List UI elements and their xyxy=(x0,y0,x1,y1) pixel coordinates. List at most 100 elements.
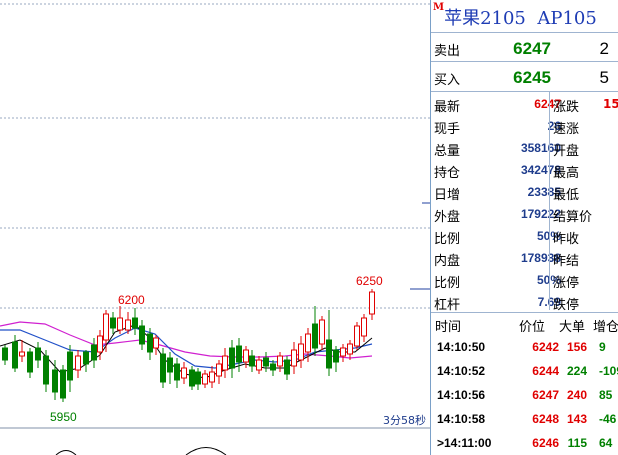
candlestick-chart[interactable]: 6200 5950 6250 3分58秒 xyxy=(0,0,430,455)
high-price-label: 6200 xyxy=(118,293,145,307)
divider xyxy=(431,32,618,33)
tick-delta: -109 xyxy=(599,364,618,378)
candle-down xyxy=(333,349,339,363)
tick-size: 143 xyxy=(566,412,587,426)
candle-down xyxy=(43,355,49,385)
tick-time: 14:10:58 xyxy=(437,412,486,426)
candle-up xyxy=(19,351,25,357)
tick-price: 6242 xyxy=(532,340,559,354)
stat-label: 持仓 xyxy=(434,166,461,181)
candle-down xyxy=(229,347,235,369)
candle-up xyxy=(97,335,103,353)
contract-code: AP105 xyxy=(537,8,597,29)
candle-down xyxy=(147,333,153,353)
stat-row: 外盘 179222 结算价 xyxy=(431,203,618,225)
tick-row[interactable]: 14:10:52 6244 224 -109 xyxy=(431,360,618,382)
candle-up xyxy=(256,359,262,371)
tick-delta: -46 xyxy=(599,412,617,426)
stat-label-2: 昨结 xyxy=(553,254,580,269)
candle-up xyxy=(216,363,222,377)
stat-label-2: 开盘 xyxy=(553,144,580,159)
candle-up xyxy=(103,313,109,341)
candle-down xyxy=(249,355,255,367)
candle-down xyxy=(2,347,8,361)
stat-row: 杠杆 7.69 跌停 xyxy=(431,291,618,313)
candle-up xyxy=(277,355,283,367)
candle-up xyxy=(291,349,297,367)
tick-size: 156 xyxy=(566,340,587,354)
last-high-label: 6250 xyxy=(356,274,383,288)
candle-down xyxy=(27,351,33,373)
quote-panel: M苹果2105 AP105 卖出 6247 2 买入 6245 5 最新 6247… xyxy=(430,0,618,455)
candle-down xyxy=(12,341,18,369)
candle-up xyxy=(354,325,360,347)
divider xyxy=(431,61,618,62)
stat-label-2: 最高 xyxy=(553,166,580,181)
candle-down xyxy=(236,345,242,363)
candle-up xyxy=(222,355,228,371)
candle-down xyxy=(91,344,97,361)
candle-down xyxy=(132,317,138,329)
candle-down xyxy=(284,359,290,375)
tick-row[interactable]: 14:10:50 6242 156 9 xyxy=(431,336,618,358)
ask-label: 卖出 xyxy=(434,44,461,59)
tick-delta: 64 xyxy=(599,436,613,450)
candle-down xyxy=(312,323,318,349)
candle-up xyxy=(347,343,353,355)
tick-row[interactable]: 14:10:56 6247 240 85 xyxy=(431,384,618,406)
stat-label: 总量 xyxy=(434,144,461,159)
divider xyxy=(431,91,618,92)
low-price-label: 5950 xyxy=(50,410,77,424)
bid-row[interactable]: 买入 6245 5 xyxy=(431,66,618,88)
tick-price: 6247 xyxy=(532,388,559,402)
stat-label: 比例 xyxy=(434,276,461,291)
stat-label: 最新 xyxy=(434,100,461,115)
tick-row[interactable]: >14:11:00 6246 115 64 xyxy=(431,432,618,454)
stat-label-2: 昨收 xyxy=(553,232,580,247)
tick-row[interactable]: 14:10:58 6248 143 -46 xyxy=(431,408,618,430)
candle-up xyxy=(305,333,311,353)
stat-row: 比例 50% 昨收 xyxy=(431,225,618,247)
stat-label: 比例 xyxy=(434,232,461,247)
bid-volume: 5 xyxy=(599,68,609,87)
tick-delta: 9 xyxy=(599,340,606,354)
stat-row: 比例 50% 涨停 xyxy=(431,269,618,291)
indicator-curve xyxy=(55,447,227,455)
candle-up xyxy=(117,317,123,331)
ask-row[interactable]: 卖出 6247 2 xyxy=(431,37,618,59)
tick-price: 6248 xyxy=(532,412,559,426)
candle-up xyxy=(125,319,131,331)
candle-up xyxy=(361,317,367,337)
candle-down xyxy=(263,357,269,367)
stat-row: 内盘 178938 昨结 xyxy=(431,247,618,269)
stat-row: 总量 358160 开盘 xyxy=(431,137,618,159)
contract-title: M苹果2105 AP105 xyxy=(433,2,618,30)
stat-label: 现手 xyxy=(434,122,461,137)
tick-time: >14:11:00 xyxy=(437,436,492,450)
candle-up xyxy=(153,337,159,349)
stat-label: 杠杆 xyxy=(434,298,461,313)
market-mark: M xyxy=(433,2,445,13)
tick-price: 6244 xyxy=(532,364,559,378)
candle-down xyxy=(67,351,73,381)
stat-label-2: 最低 xyxy=(553,188,580,203)
stat-row: 日增 23385 最低 xyxy=(431,181,618,203)
tick-time: 14:10:56 xyxy=(437,388,486,402)
ticks-header-price: 价位 xyxy=(519,320,546,335)
tick-size: 240 xyxy=(566,388,587,402)
stat-label-2: 涨跌 xyxy=(553,100,580,115)
candle-up xyxy=(202,373,208,385)
tick-time: 14:10:50 xyxy=(437,340,486,354)
ticks-header-delta: 增仓 xyxy=(593,320,618,335)
stat-label-2: 跌停 xyxy=(553,298,580,313)
divider xyxy=(431,312,618,313)
bid-price: 6245 xyxy=(513,68,551,87)
candle-down xyxy=(195,371,201,385)
candle-down xyxy=(167,357,173,373)
stat-label: 内盘 xyxy=(434,254,461,269)
stat-row: 现手 26 速涨 xyxy=(431,115,618,137)
candle-up xyxy=(319,319,325,345)
ticks-header-time: 时间 xyxy=(435,320,462,335)
bar-countdown: 3分58秒 xyxy=(383,413,426,427)
tick-size: 115 xyxy=(567,436,587,450)
